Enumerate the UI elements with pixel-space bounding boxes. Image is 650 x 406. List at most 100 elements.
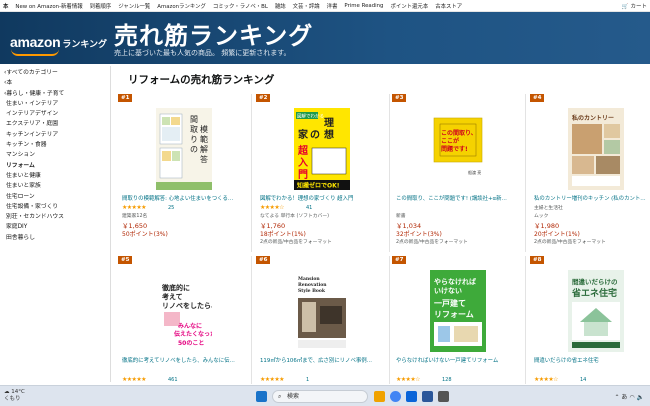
- banner-title: 売れ筋ランキング: [114, 22, 314, 50]
- logo-smile-icon: [11, 49, 59, 56]
- book-cover[interactable]: 間 取 り の 模 範 解 答: [156, 108, 212, 190]
- star-rating-icon[interactable]: ★★★★★: [122, 204, 147, 211]
- sidebar-item-loan[interactable]: 住宅ローン: [0, 192, 104, 202]
- product-title[interactable]: 間違いだらけの省エネ住宅: [534, 356, 650, 364]
- product-card[interactable]: #1 間 取 り の 模 範 解 答 間取りの模範解答: 心地よい住まいをつくる…: [118, 94, 252, 252]
- sidebar-item-mansion[interactable]: マンション: [0, 150, 104, 160]
- review-count[interactable]: 128: [442, 377, 452, 383]
- product-card[interactable]: #2 図解でわかる 理 想 家 の 超 入 門 知識ゼロでOK! 図解でわかる！…: [256, 94, 390, 252]
- weather-widget[interactable]: ☁ 14°C くもり: [4, 389, 25, 402]
- nav-item-used-books[interactable]: 古本ストア: [435, 2, 469, 10]
- product-card[interactable]: #4 私のカントリー 私のカントリー増刊のキッチン (私のカント… 主婦と生活社…: [530, 94, 650, 252]
- sidebar-item-diy[interactable]: 家庭DIY: [0, 222, 104, 232]
- product-title[interactable]: この間取り、ここが問題です! (講談社+α新…: [396, 194, 522, 202]
- file-explorer-icon[interactable]: [374, 391, 385, 402]
- sidebar-item-equipment[interactable]: 住宅設備・家づくり: [0, 202, 104, 212]
- chrome-icon[interactable]: [390, 391, 401, 402]
- amazon-ranking-logo[interactable]: amazon ランキング: [10, 34, 108, 56]
- nav-item-points[interactable]: ポイント還元本: [390, 2, 435, 10]
- svg-text:取: 取: [190, 125, 198, 134]
- sidebar-item-books[interactable]: ‹本: [0, 78, 104, 88]
- top-navigation: 本 New on Amazon-新着情報 到着順序 ジャンル一覧 Amazonラ…: [0, 0, 650, 12]
- rank-badge: #6: [256, 256, 271, 264]
- system-tray[interactable]: ⌃ あ ◠ 🔈: [614, 392, 644, 401]
- star-rating-icon[interactable]: ★★★★☆: [534, 376, 559, 383]
- book-cover[interactable]: Mansion Renovation Style Book: [294, 270, 350, 352]
- format-note[interactable]: 2点の新品/中古品をフォーマット: [534, 238, 606, 245]
- nav-item-genre[interactable]: ジャンル一覧: [118, 2, 157, 10]
- sidebar-item-family[interactable]: 住まいと家族: [0, 181, 104, 191]
- taskbar-search[interactable]: ⌕ 検索: [272, 390, 368, 403]
- sidebar-item-living[interactable]: ‹暮らし・健康・子育て: [0, 89, 104, 99]
- start-button[interactable]: [256, 391, 267, 402]
- product-title[interactable]: 図解でわかる！理想の家づくり 超入門: [260, 194, 386, 202]
- sidebar-item-health[interactable]: 住まいと健康: [0, 171, 104, 181]
- rank-badge: #2: [256, 94, 271, 102]
- sidebar-item-kitchen[interactable]: キッチン・食器: [0, 140, 104, 150]
- book-cover[interactable]: 図解でわかる 理 想 家 の 超 入 門 知識ゼロでOK!: [294, 108, 350, 190]
- star-rating-icon[interactable]: ★★★★☆: [396, 376, 421, 383]
- logo-ranking-text: ランキング: [62, 39, 108, 49]
- product-title[interactable]: 私のカントリー増刊のキッチン (私のカント…: [534, 194, 650, 202]
- nav-item-arrival[interactable]: 到着順序: [90, 2, 119, 10]
- sidebar-item-second-house[interactable]: 別荘・セカンドハウス: [0, 212, 104, 222]
- review-count[interactable]: 41: [306, 205, 312, 211]
- book-cover[interactable]: 間違いだらけの 省エネ住宅: [568, 270, 624, 352]
- nav-item-magazines[interactable]: 雑誌: [275, 2, 293, 10]
- format-note[interactable]: 2点の新品/中古品をフォーマット: [396, 238, 468, 245]
- product-title[interactable]: やらなければいけない一戸建てリフォーム: [396, 356, 522, 364]
- sidebar-item-housing[interactable]: 住まい・インテリア: [0, 99, 104, 109]
- svg-text:リフォーム: リフォーム: [434, 310, 474, 319]
- svg-text:問題です!: 問題です!: [441, 145, 468, 153]
- rank-badge: #1: [118, 94, 133, 102]
- product-card[interactable]: #3 この間取り、 ここが 問題です! 船渡 亮 この間取り、ここが問題です! …: [392, 94, 526, 252]
- page-title: リフォームの売れ筋ランキング: [128, 74, 275, 86]
- product-card[interactable]: #5 徹底的に 考えて リノベをしたら、 みんなに 伝えたくなった 50のこと …: [118, 256, 252, 384]
- ime-indicator[interactable]: あ: [621, 394, 627, 401]
- sidebar-item-interior-design[interactable]: インテリアデザイン: [0, 109, 104, 119]
- star-rating-icon[interactable]: ★★★★☆: [260, 204, 285, 211]
- sidebar-item-all-categories[interactable]: ‹すべてのカテゴリー: [0, 68, 104, 78]
- book-cover[interactable]: この間取り、 ここが 問題です! 船渡 亮: [430, 108, 486, 190]
- book-cover-art: 間違いだらけの 省エネ住宅: [568, 270, 624, 352]
- nav-item-prime-reading[interactable]: Prime Reading: [344, 3, 390, 9]
- format-note[interactable]: 2点の新品/中古品をフォーマット: [260, 238, 332, 245]
- book-cover[interactable]: やらなければ いけない 一戸建て リフォーム: [430, 270, 486, 352]
- product-title[interactable]: 間取りの模範解答: 心地よい住まいをつくる…: [122, 194, 248, 202]
- author-name: なてよる: [260, 214, 280, 219]
- product-format: 新書: [396, 214, 406, 219]
- cart-button[interactable]: 🛒 カート: [622, 2, 647, 10]
- book-cover[interactable]: 徹底的に 考えて リノベをしたら、 みんなに 伝えたくなった 50のこと: [156, 270, 212, 352]
- review-count[interactable]: 1: [306, 377, 309, 383]
- review-count[interactable]: 14: [580, 377, 586, 383]
- star-rating-icon[interactable]: ★★★★★: [260, 376, 285, 383]
- nav-item-comics[interactable]: コミック・ラノベ・BL: [213, 2, 275, 10]
- sidebar-item-exterior[interactable]: エクステリア・庭園: [0, 119, 104, 129]
- product-title[interactable]: 119㎡から106㎡まで、広さ別にリノベ事例…: [260, 356, 386, 364]
- book-cover-art: やらなければ いけない 一戸建て リフォーム: [430, 270, 486, 352]
- nav-item-literature[interactable]: 文芸・評論: [293, 2, 327, 10]
- nav-item-foreign-books[interactable]: 洋書: [327, 2, 345, 10]
- review-count[interactable]: 25: [168, 205, 174, 211]
- product-card[interactable]: #6 Mansion Renovation Style Book 119㎡から1…: [256, 256, 390, 384]
- product-card[interactable]: #8 間違いだらけの 省エネ住宅 間違いだらけの省エネ住宅 ★★★★☆ 14: [530, 256, 650, 384]
- cart-icon: 🛒: [621, 4, 629, 10]
- word-icon[interactable]: [422, 391, 433, 402]
- star-rating-icon[interactable]: ★★★★★: [122, 376, 147, 383]
- nav-item-ranking[interactable]: Amazonランキング: [157, 2, 213, 10]
- nav-item-books[interactable]: 本: [0, 2, 15, 10]
- product-title[interactable]: 徹底的に考えてリノベをしたら、みんなに伝…: [122, 356, 248, 364]
- sidebar-item-country-life[interactable]: 田舎暮らし: [0, 233, 104, 243]
- review-count[interactable]: 461: [168, 377, 178, 383]
- svg-text:答: 答: [200, 154, 208, 164]
- store-icon[interactable]: [438, 391, 449, 402]
- product-points: 32ポイント(3%): [396, 231, 442, 238]
- nav-item-new-on-amazon[interactable]: New on Amazon-新着情報: [15, 2, 89, 10]
- ranking-banner: amazon ランキング 売れ筋ランキング 売上に基づいた最も人気の商品。 頻繁に…: [0, 12, 650, 64]
- sidebar-item-reform[interactable]: リフォーム: [0, 161, 104, 171]
- search-label: 検索: [287, 393, 300, 400]
- product-card[interactable]: #7 やらなければ いけない 一戸建て リフォーム やらなければいけない一戸建て…: [392, 256, 526, 384]
- book-cover[interactable]: 私のカントリー: [568, 108, 624, 190]
- edge-icon[interactable]: [406, 391, 417, 402]
- sidebar-item-kitchen-interior[interactable]: キッチンインテリア: [0, 130, 104, 140]
